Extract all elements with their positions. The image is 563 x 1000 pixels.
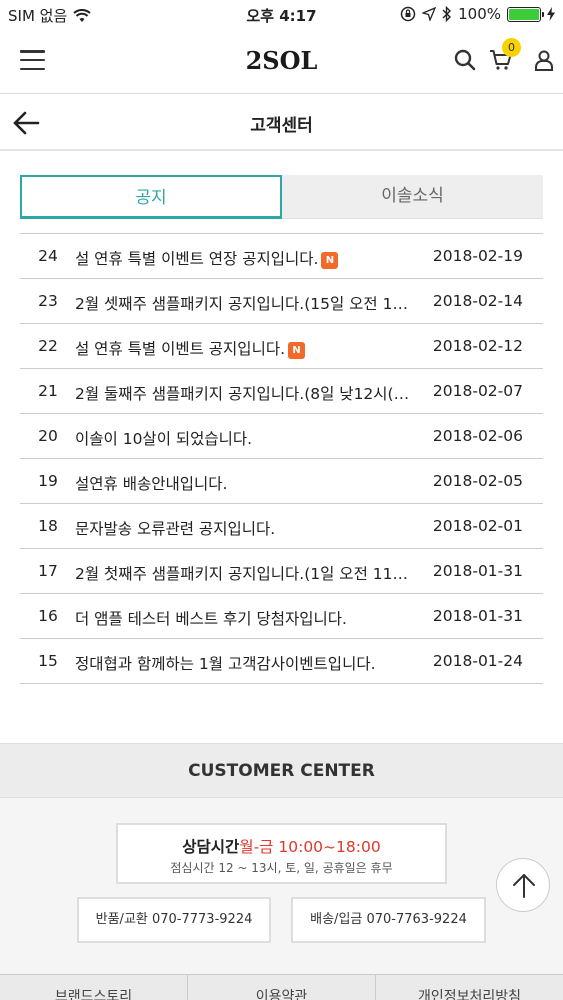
customer-center-panel: 상담시간월-금 10:00~18:00 점심시간 12 ~ 13시, 토, 일,…: [0, 798, 563, 974]
notice-number: 16: [38, 607, 58, 625]
orientation-lock-icon: [400, 6, 416, 22]
consult-hours-label: 상담시간: [182, 838, 240, 856]
notice-title[interactable]: 설 연휴 특별 이벤트 연장 공지입니다.: [75, 250, 318, 268]
notice-number: 18: [38, 517, 58, 535]
footer-link-terms[interactable]: 이용약관: [188, 975, 376, 1000]
consult-hours-note: 점심시간 12 ~ 13시, 토, 일, 공휴일은 휴무: [170, 861, 393, 875]
notice-date: 2018-01-24: [432, 652, 523, 670]
notice-row[interactable]: 23 2월 셋째주 샘플패키지 공지입니다.(15일 오전 1… 2018-02…: [20, 279, 543, 324]
status-bar: SIM 없음 오후 4:17 100%: [0, 0, 563, 30]
notice-title[interactable]: 이솔이 10살이 되었습니다.: [75, 427, 420, 449]
notice-tabs: 공지 이솔소식: [20, 175, 543, 219]
shipping-payment-phone-button[interactable]: 배송/입금 070-7763-9224: [291, 897, 486, 943]
notice-title[interactable]: 2월 둘째주 샘플패키지 공지입니다.(8일 낮12시(…: [75, 382, 420, 404]
notice-date: 2018-02-19: [432, 247, 523, 265]
notice-title[interactable]: 정대협과 함께하는 1월 고객감사이벤트입니다.: [75, 652, 420, 674]
bluetooth-icon: [442, 6, 452, 22]
notice-date: 2018-02-01: [432, 517, 523, 535]
notice-row[interactable]: 18 문자발송 오류관련 공지입니다. 2018-02-01: [20, 504, 543, 549]
notice-row[interactable]: 16 더 앰플 테스터 베스트 후기 당첨자입니다. 2018-01-31: [20, 594, 543, 639]
notice-number: 24: [38, 247, 58, 265]
notice-row[interactable]: 20 이솔이 10살이 되었습니다. 2018-02-06: [20, 414, 543, 459]
notice-date: 2018-02-12: [432, 337, 523, 355]
notice-date: 2018-02-07: [432, 382, 523, 400]
notice-row[interactable]: 19 설연휴 배송안내입니다. 2018-02-05: [20, 459, 543, 504]
notice-title[interactable]: 더 앰플 테스터 베스트 후기 당첨자입니다.: [75, 607, 420, 629]
charging-icon: [547, 7, 555, 21]
search-icon[interactable]: [453, 48, 477, 72]
notice-title[interactable]: 2월 첫째주 샘플패키지 공지입니다.(1일 오전 11…: [75, 562, 420, 584]
sub-header: 고객센터: [0, 95, 563, 151]
brand-logo[interactable]: 2SOL: [0, 46, 563, 75]
battery-percent: 100%: [458, 5, 501, 23]
notice-title[interactable]: 설연휴 배송안내입니다.: [75, 472, 420, 494]
footer-links: 브랜드스토리 이용약관 개인정보처리방침: [0, 974, 563, 1000]
notice-row[interactable]: 15 정대협과 함께하는 1월 고객감사이벤트입니다. 2018-01-24: [20, 639, 543, 684]
new-badge: N: [321, 252, 339, 269]
notice-row[interactable]: 24 설 연휴 특별 이벤트 연장 공지입니다. N 2018-02-19: [20, 234, 543, 279]
footer-link-brand-story[interactable]: 브랜드스토리: [0, 975, 188, 1000]
notice-number: 23: [38, 292, 58, 310]
notice-date: 2018-02-06: [432, 427, 523, 445]
consult-hours-box: 상담시간월-금 10:00~18:00 점심시간 12 ~ 13시, 토, 일,…: [116, 823, 447, 884]
notice-number: 20: [38, 427, 58, 445]
scroll-to-top-button[interactable]: [496, 858, 550, 912]
notice-number: 22: [38, 337, 58, 355]
cart-count-badge: 0: [502, 38, 521, 57]
arrow-up-icon: [513, 874, 535, 898]
app-header: 2SOL: [0, 30, 563, 94]
tab-notice[interactable]: 공지: [20, 175, 282, 219]
page-title: 고객센터: [250, 116, 313, 136]
notice-row[interactable]: 22 설 연휴 특별 이벤트 공지입니다. N 2018-02-12: [20, 324, 543, 369]
notice-number: 15: [38, 652, 58, 670]
notice-date: 2018-01-31: [432, 562, 523, 580]
notice-row[interactable]: 21 2월 둘째주 샘플패키지 공지입니다.(8일 낮12시(… 2018-02…: [20, 369, 543, 414]
notice-number: 17: [38, 562, 58, 580]
tab-news[interactable]: 이솔소식: [282, 175, 543, 219]
notice-row[interactable]: 17 2월 첫째주 샘플패키지 공지입니다.(1일 오전 11… 2018-01…: [20, 549, 543, 594]
notice-date: 2018-01-31: [432, 607, 523, 625]
notice-number: 19: [38, 472, 58, 490]
notice-title[interactable]: 2월 셋째주 샘플패키지 공지입니다.(15일 오전 1…: [75, 292, 420, 314]
notice-list: 24 설 연휴 특별 이벤트 연장 공지입니다. N 2018-02-19 23 …: [20, 233, 543, 684]
notice-number: 21: [38, 382, 58, 400]
consult-hours-time: 월-금 10:00~18:00: [239, 838, 381, 856]
new-badge: N: [288, 342, 306, 359]
notice-date: 2018-02-05: [432, 472, 523, 490]
customer-center-title: CUSTOMER CENTER: [0, 743, 563, 798]
footer-link-privacy[interactable]: 개인정보처리방침: [376, 975, 563, 1000]
user-icon[interactable]: [532, 48, 556, 72]
notice-title[interactable]: 설 연휴 특별 이벤트 공지입니다.: [75, 340, 285, 358]
notice-date: 2018-02-14: [432, 292, 523, 310]
notice-title[interactable]: 문자발송 오류관련 공지입니다.: [75, 517, 420, 539]
battery-icon: [507, 6, 544, 22]
location-icon: [422, 7, 437, 21]
return-exchange-phone-button[interactable]: 반품/교환 070-7773-9224: [77, 897, 271, 943]
